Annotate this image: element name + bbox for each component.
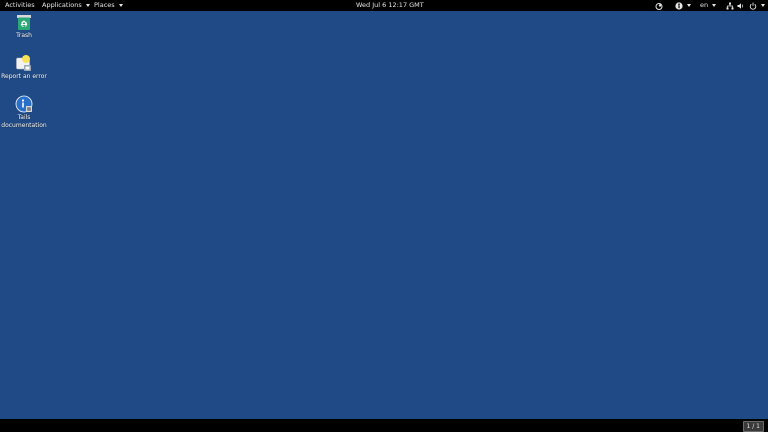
report-error-icon	[15, 54, 33, 72]
activities-button[interactable]: Activities	[5, 0, 35, 11]
chevron-down-icon	[687, 4, 691, 7]
chevron-down-icon	[712, 4, 717, 7]
activities-label: Activities	[5, 1, 35, 9]
network-indicator[interactable]	[725, 0, 734, 11]
system-menu[interactable]	[748, 0, 765, 11]
tails-documentation-icon	[15, 95, 33, 113]
clock-label: Wed Jul 6 12:17 GMT	[356, 1, 424, 9]
trash-icon	[15, 13, 33, 31]
applications-menu[interactable]: Applications	[42, 0, 90, 11]
desktop-icon-label: Tails documentation	[1, 114, 47, 129]
tor-status-indicator[interactable]	[654, 0, 663, 11]
network-wired-icon	[725, 1, 734, 10]
volume-icon	[736, 1, 745, 10]
volume-indicator[interactable]	[736, 0, 745, 11]
desktop-icon-report-error[interactable]: Report an error	[0, 54, 48, 81]
onion-icon	[654, 1, 663, 10]
chevron-down-icon	[761, 4, 765, 7]
top-panel: Activities Applications Places Wed Jul 6…	[0, 0, 768, 11]
chevron-down-icon	[118, 4, 123, 7]
accessibility-icon	[674, 1, 683, 10]
places-label: Places	[94, 1, 115, 9]
applications-label: Applications	[42, 1, 82, 9]
desktop-icon-trash[interactable]: Trash	[0, 13, 48, 40]
bottom-panel: 1 / 1	[0, 419, 768, 432]
desktop-icon-label: Trash	[16, 32, 32, 39]
language-label: en	[700, 1, 709, 9]
accessibility-menu[interactable]	[674, 0, 691, 11]
chevron-down-icon	[85, 4, 90, 7]
keyboard-layout-menu[interactable]: en	[700, 0, 717, 11]
clock-button[interactable]: Wed Jul 6 12:17 GMT	[356, 0, 424, 11]
workspace-indicator[interactable]: 1 / 1	[742, 421, 764, 432]
desktop-icon-tails-documentation[interactable]: Tails documentation	[0, 95, 48, 130]
workspace-label: 1 / 1	[746, 423, 760, 430]
desktop-icon-label: Report an error	[1, 73, 47, 80]
places-menu[interactable]: Places	[94, 0, 123, 11]
power-icon	[748, 1, 757, 10]
